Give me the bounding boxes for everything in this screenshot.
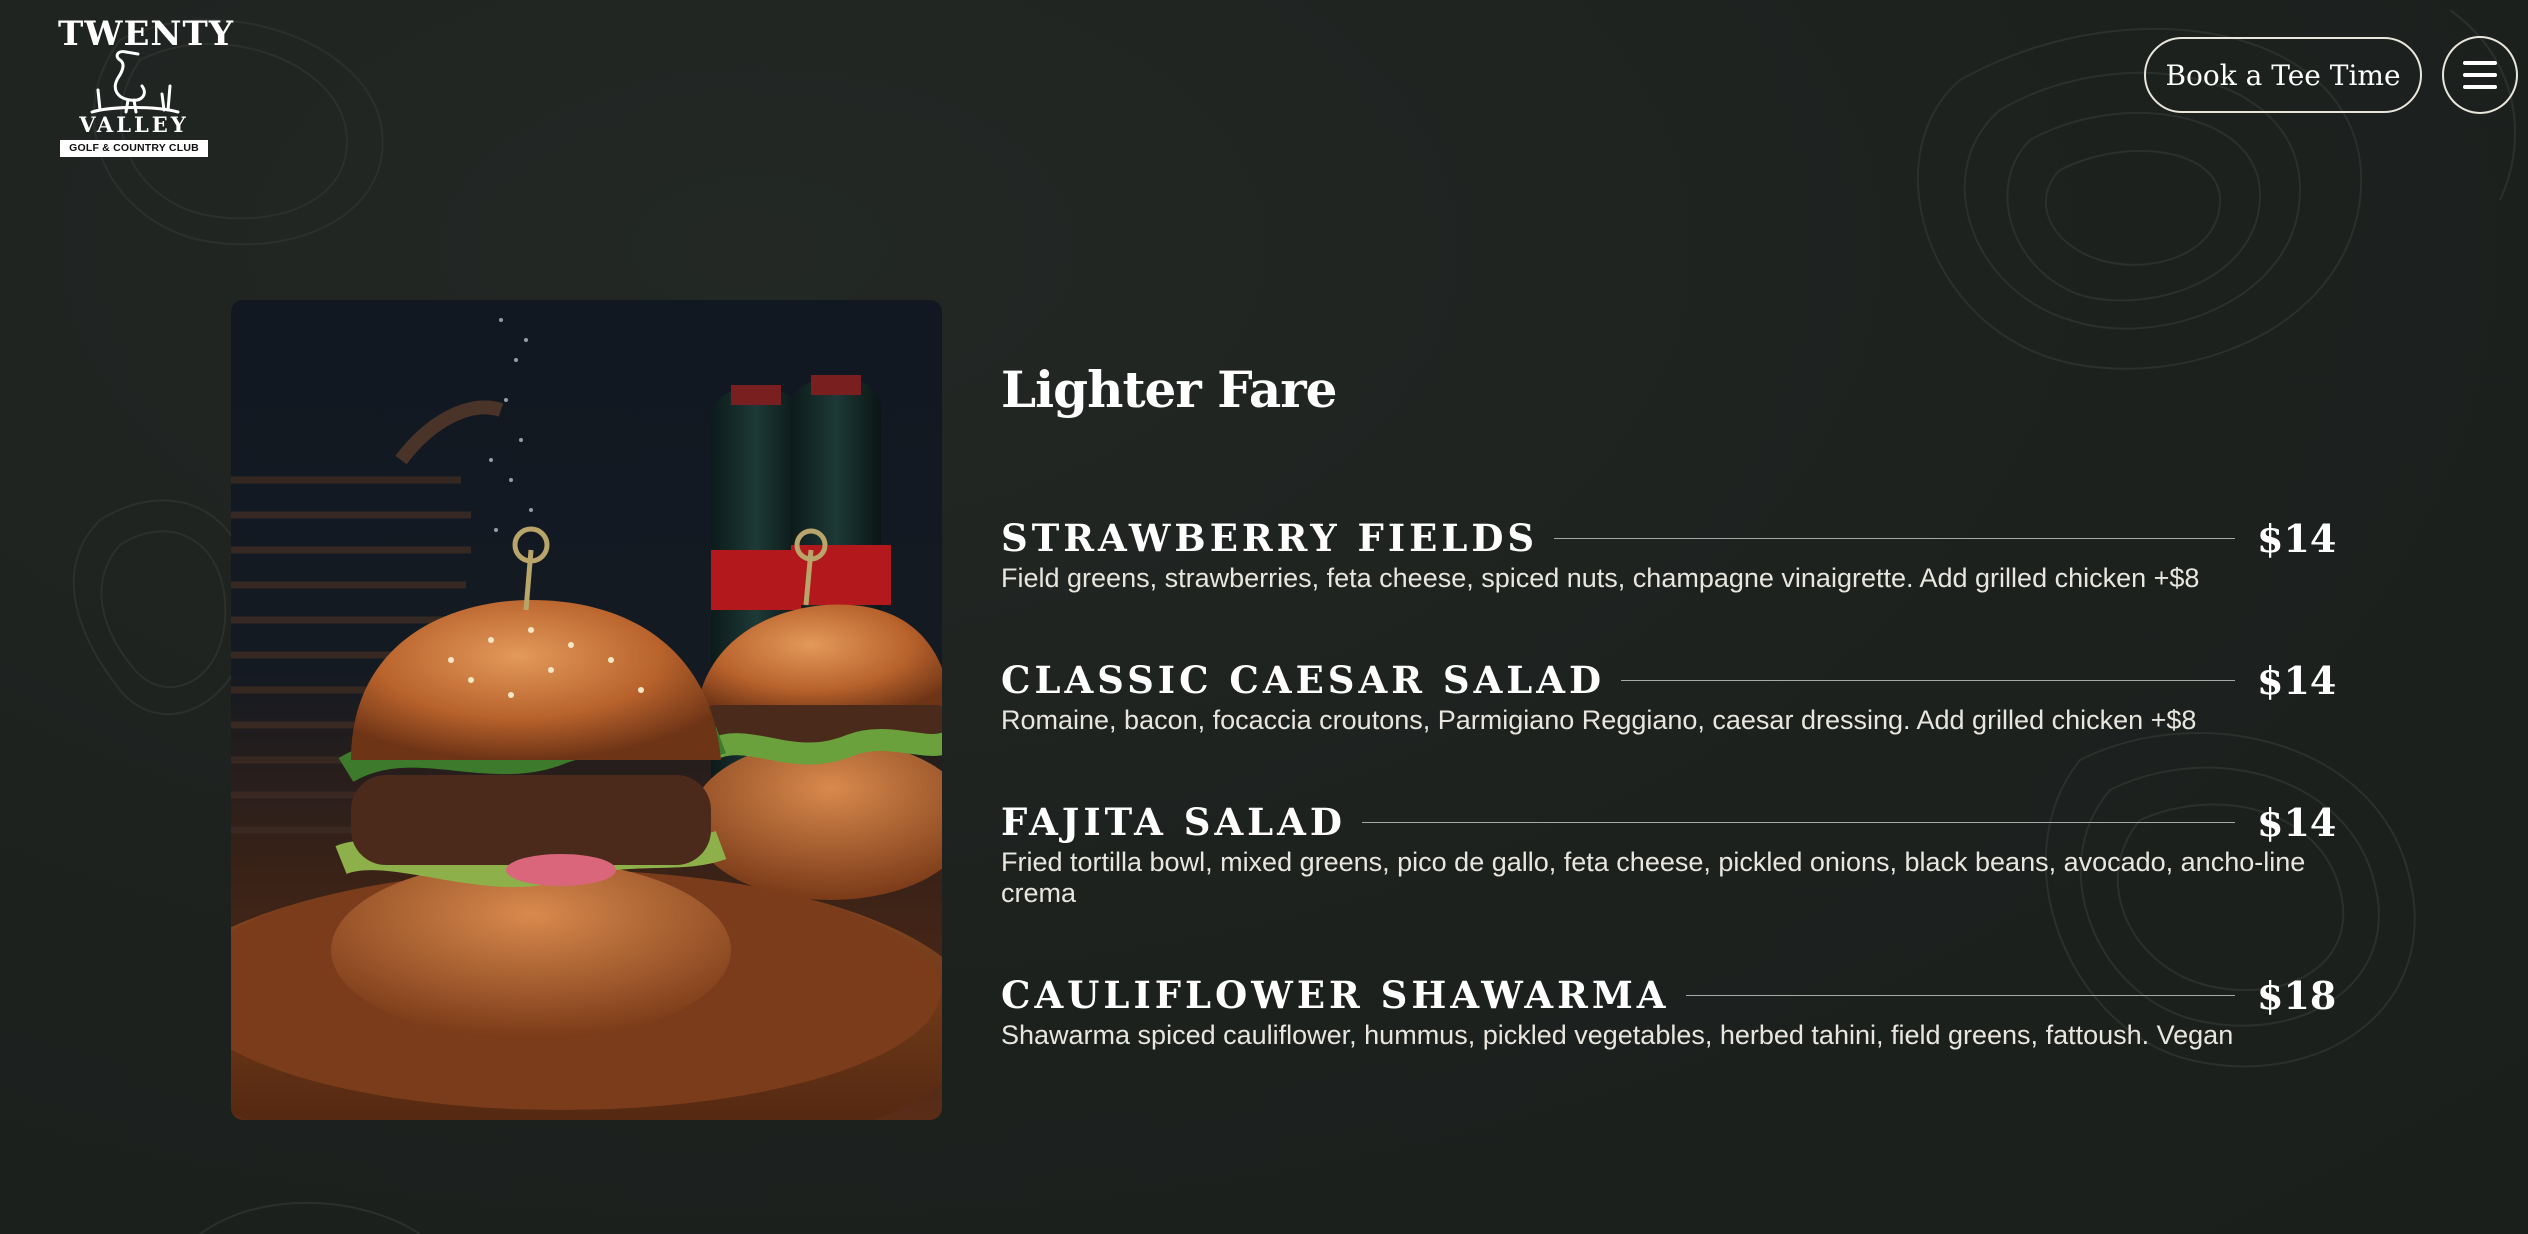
menu-item-header: CAULIFLOWER SHAWARMA $18 [1001, 970, 2337, 1020]
club-logo[interactable]: TWENTY VALLEY GOLF & COUNTRY CLUB [58, 16, 233, 160]
menu-item-name: FAJITA SALAD [1001, 800, 1346, 844]
heron-icon [90, 50, 180, 114]
menu-button[interactable] [2442, 36, 2518, 114]
menu-item-description: Fried tortilla bowl, mixed greens, pico … [1001, 847, 2306, 908]
menu-item-header: CLASSIC CAESAR SALAD $14 [1001, 655, 2337, 705]
section-title: Lighter Fare [1001, 360, 1337, 419]
menu-item-price: $14 [2257, 799, 2337, 845]
menu-item-price: $14 [2257, 657, 2337, 703]
menu-item: CLASSIC CAESAR SALAD $14 Romaine, bacon,… [1001, 655, 2337, 736]
menu-item-name: CLASSIC CAESAR SALAD [1001, 658, 1606, 702]
menu-item: CAULIFLOWER SHAWARMA $18 Shawarma spiced… [1001, 970, 2337, 1051]
menu-item-description: Romaine, bacon, focaccia croutons, Parmi… [1001, 705, 2197, 735]
menu-item: FAJITA SALAD $14 Fried tortilla bowl, mi… [1001, 797, 2337, 909]
menu-item-price: $14 [2257, 515, 2337, 561]
menu-item-name: STRAWBERRY FIELDS [1001, 516, 1539, 560]
logo-line-2: VALLEY [79, 112, 189, 137]
menu-item-header: FAJITA SALAD $14 [1001, 797, 2337, 847]
menu-item-header: STRAWBERRY FIELDS $14 [1001, 513, 2337, 563]
menu-item-price: $18 [2257, 972, 2337, 1018]
leader-line [1685, 994, 2235, 996]
leader-line [1554, 537, 2235, 539]
leader-line [1621, 679, 2235, 681]
menu-item-name: CAULIFLOWER SHAWARMA [1001, 973, 1670, 1017]
book-tee-time-button[interactable]: Book a Tee Time [2144, 37, 2422, 113]
menu-item-description: Shawarma spiced cauliflower, hummus, pic… [1001, 1020, 2234, 1050]
logo-line-3: GOLF & COUNTRY CLUB [60, 140, 208, 157]
menu-item-description: Field greens, strawberries, feta cheese,… [1001, 563, 2200, 593]
leader-line [1361, 821, 2235, 823]
food-photo [231, 300, 942, 1120]
menu-item: STRAWBERRY FIELDS $14 Field greens, stra… [1001, 513, 2337, 594]
burger-illustration [231, 318, 942, 1120]
hamburger-menu-icon [2463, 57, 2497, 93]
page: TWENTY VALLEY GOLF & COUNTRY CLUB Book a… [0, 0, 2528, 1234]
